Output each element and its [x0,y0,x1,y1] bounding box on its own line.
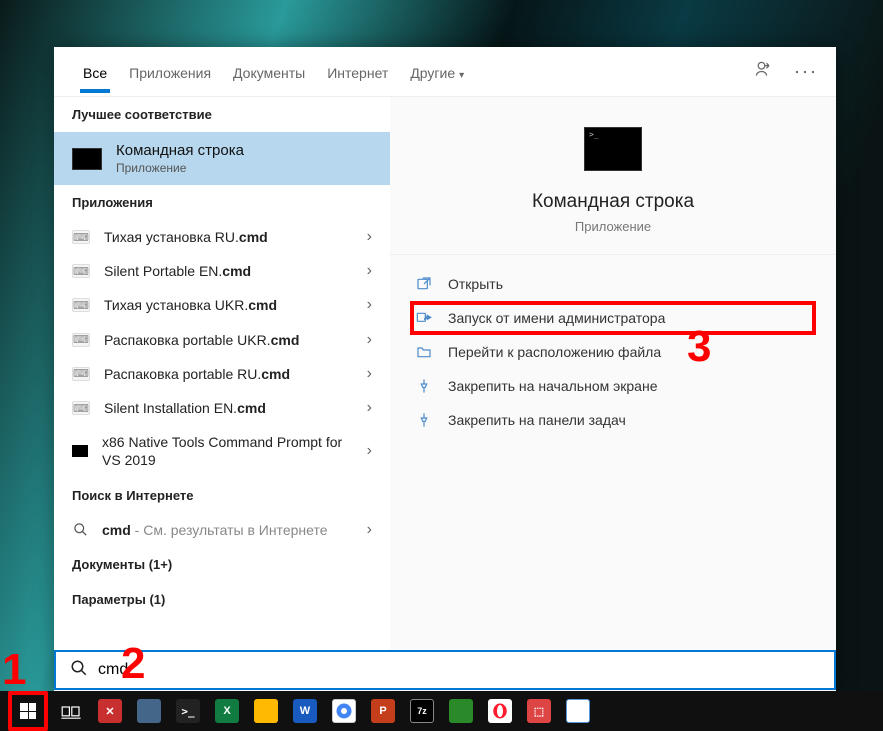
feedback-icon[interactable] [754,59,774,84]
start-button[interactable] [8,691,48,731]
preview-title: Командная строка [532,191,694,213]
terminal-icon [72,445,88,457]
section-web-search: Поиск в Интернете [54,478,390,513]
tab-more[interactable]: Другие▾ [399,51,475,93]
task-view-button[interactable] [55,695,87,727]
script-icon: ⌨ [72,264,90,278]
tab-internet[interactable]: Интернет [316,51,399,93]
taskbar-app-word[interactable]: W [289,695,321,727]
preview-pane: Командная строка Приложение Открыть Запу… [390,97,836,692]
app-result-item[interactable]: ⌨ Silent Portable EN.cmd › [54,254,390,288]
taskbar-app-notepad[interactable] [562,695,594,727]
script-icon: ⌨ [72,367,90,381]
action-run-as-admin[interactable]: Запуск от имени администратора [410,301,816,335]
cmd-icon [72,148,102,170]
taskbar-app-opera[interactable] [484,695,516,727]
cmd-large-icon [584,127,642,171]
app-result-item[interactable]: ⌨ Распаковка portable RU.cmd › [54,357,390,391]
chevron-right-icon: › [367,521,372,539]
pin-icon [416,412,434,428]
app-result-item[interactable]: ⌨ Тихая установка UKR.cmd › [54,288,390,322]
tab-all[interactable]: Все [72,51,118,93]
taskbar-app[interactable]: >_ [172,695,204,727]
preview-subtitle: Приложение [575,219,651,234]
chevron-right-icon: › [367,399,372,417]
search-tabs: Все Приложения Документы Интернет Другие… [54,47,836,97]
chevron-right-icon: › [367,228,372,246]
pin-icon [416,378,434,394]
action-label: Закрепить на начальном экране [448,378,658,394]
search-input[interactable] [98,661,820,679]
section-apps: Приложения [54,185,390,220]
search-icon [70,659,88,682]
action-pin-taskbar[interactable]: Закрепить на панели задач [410,403,816,437]
chevron-down-icon: ▾ [459,70,464,81]
annotation-1: 1 [2,645,26,695]
chevron-right-icon: › [367,365,372,383]
taskbar-app[interactable]: ✕ [94,695,126,727]
chevron-right-icon: › [367,331,372,349]
script-icon: ⌨ [72,333,90,347]
tab-apps[interactable]: Приложения [118,51,222,93]
chevron-right-icon: › [367,262,372,280]
script-icon: ⌨ [72,230,90,244]
section-documents[interactable]: Документы (1+) [54,547,390,582]
taskbar-app-powerpoint[interactable]: P [367,695,399,727]
section-best-match: Лучшее соответствие [54,97,390,132]
taskbar: ✕ >_ X W P 7z ⬚ [0,691,883,731]
taskbar-app-chrome[interactable] [328,695,360,727]
results-list: Лучшее соответствие Командная строка При… [54,97,390,692]
best-match-subtitle: Приложение [116,161,244,175]
open-icon [416,276,434,292]
search-box[interactable] [54,650,836,690]
taskbar-app-excel[interactable]: X [211,695,243,727]
action-open-location[interactable]: Перейти к расположению файла [410,335,816,369]
action-label: Открыть [448,276,503,292]
app-result-item[interactable]: x86 Native Tools Command Prompt for VS 2… [54,425,390,477]
chevron-right-icon: › [367,296,372,314]
best-match-item[interactable]: Командная строка Приложение [54,132,390,185]
action-label: Закрепить на панели задач [448,412,626,428]
script-icon: ⌨ [72,298,90,312]
action-open[interactable]: Открыть [410,267,816,301]
chevron-right-icon: › [367,442,372,460]
search-icon [72,523,88,537]
windows-logo-icon [20,703,36,719]
app-result-item[interactable]: ⌨ Silent Installation EN.cmd › [54,391,390,425]
section-settings[interactable]: Параметры (1) [54,582,390,617]
action-pin-start[interactable]: Закрепить на начальном экране [410,369,816,403]
taskbar-app[interactable] [445,695,477,727]
best-match-title: Командная строка [116,142,244,159]
start-search-panel: Все Приложения Документы Интернет Другие… [54,47,836,692]
shield-icon [416,310,434,326]
web-search-item[interactable]: cmd - См. результаты в Интернете › [54,513,390,547]
taskbar-app-7zip[interactable]: 7z [406,695,438,727]
taskbar-app-explorer[interactable] [250,695,282,727]
app-result-item[interactable]: ⌨ Тихая установка RU.cmd › [54,220,390,254]
app-result-item[interactable]: ⌨ Распаковка portable UKR.cmd › [54,323,390,357]
action-label: Перейти к расположению файла [448,344,661,360]
tab-documents[interactable]: Документы [222,51,316,93]
action-label: Запуск от имени администратора [448,310,665,326]
more-options-icon[interactable]: ··· [794,61,818,82]
script-icon: ⌨ [72,401,90,415]
taskbar-app[interactable]: ⬚ [523,695,555,727]
taskbar-app[interactable] [133,695,165,727]
folder-icon [416,344,434,360]
